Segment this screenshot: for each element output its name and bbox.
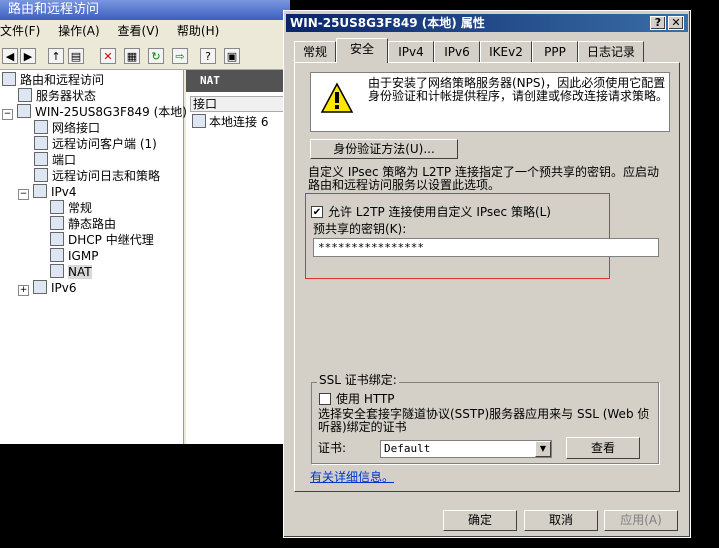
tab-ipv6[interactable]: IPv6	[434, 41, 480, 62]
tab-logging[interactable]: 日志记录	[578, 41, 644, 62]
node-icon	[50, 248, 64, 262]
details-pane-header: NAT	[186, 70, 290, 92]
sstp-description: 选择安全套接字隧道协议(SSTP)服务器应用来与 SSL (Web 侦听器)绑定…	[318, 407, 650, 434]
menu-bar: 文件(F) 操作(A) 查看(V) 帮助(H)	[0, 20, 290, 42]
tree-item-label: NAT	[68, 265, 92, 279]
list-item[interactable]: 本地连接 6	[192, 114, 288, 130]
tree-item[interactable]: 服务器状态	[0, 88, 183, 104]
tree-item[interactable]: 常规	[0, 200, 183, 216]
cancel-button[interactable]: 取消	[524, 510, 598, 531]
up-folder-icon[interactable]: ↑	[48, 48, 64, 64]
allow-l2tp-checkbox[interactable]: ✔	[311, 206, 323, 218]
help-button[interactable]: ?	[650, 16, 666, 30]
tree-item[interactable]: 端口	[0, 152, 183, 168]
menu-help[interactable]: 帮助(H)	[177, 24, 219, 38]
node-icon	[50, 216, 64, 230]
tree-item[interactable]: + IPv6	[0, 280, 183, 296]
view-cert-button[interactable]: 查看	[566, 437, 640, 459]
export-icon[interactable]: ⇨	[172, 48, 188, 64]
tree-item-label: 常规	[68, 201, 93, 215]
menu-action[interactable]: 操作(A)	[58, 24, 100, 38]
node-icon	[50, 232, 64, 246]
tree-item[interactable]: − WIN-25US8G3F849 (本地)	[0, 104, 187, 120]
tree-item-label: IPv6	[51, 281, 77, 295]
collapse-icon[interactable]: −	[2, 109, 13, 120]
tree-item-label: 网络接口	[52, 121, 101, 135]
forward-icon[interactable]: ▶	[20, 48, 36, 64]
more-info-link[interactable]: 有关详细信息。	[310, 468, 394, 485]
console-tree: 路由和远程访问服务器状态 − WIN-25US8G3F849 (本地) 网络接口远程访…	[0, 70, 187, 444]
node-icon	[33, 184, 47, 198]
tree-item-label: WIN-25US8G3F849 (本地)	[35, 105, 187, 119]
ipsec-description: 自定义 IPsec 策略为 L2TP 连接指定了一个预共享的密钥。应启动路由和远…	[308, 165, 659, 192]
tree-item-label: 远程访问客户端 (1)	[52, 137, 157, 151]
tree-item-label: 端口	[52, 153, 77, 167]
psk-input[interactable]: ****************	[313, 238, 659, 257]
tree-item-label: 服务器状态	[36, 89, 97, 103]
tab-security[interactable]: 安全	[336, 38, 388, 63]
show-tree-icon[interactable]: ▤	[68, 48, 84, 64]
tab-ipv4[interactable]: IPv4	[388, 41, 434, 62]
back-icon[interactable]: ◀	[2, 48, 18, 64]
allow-l2tp-label[interactable]: 允许 L2TP 连接使用自定义 IPsec 策略(L)	[328, 205, 551, 219]
node-icon	[34, 152, 48, 166]
expand-icon[interactable]: +	[18, 285, 29, 296]
tab-general[interactable]: 常规	[294, 41, 336, 62]
node-icon	[34, 168, 48, 182]
node-icon	[33, 280, 47, 294]
tab-ikev2[interactable]: IKEv2	[480, 41, 532, 62]
node-icon	[18, 88, 32, 102]
column-header-interface[interactable]: 接口	[190, 96, 290, 112]
node-icon	[50, 264, 64, 278]
cert-select[interactable]: Default	[380, 440, 552, 458]
collapse-icon[interactable]: −	[18, 189, 29, 200]
tab-ppp[interactable]: PPP	[532, 41, 578, 62]
tree-item-label: DHCP 中继代理	[68, 233, 154, 247]
tree-item-label: 路由和远程访问	[20, 73, 105, 87]
nps-info-text: 由于安装了网络策略服务器(NPS)，因此必须使用它配置身份验证和计帐提供程序，请…	[368, 76, 669, 103]
node-icon	[17, 104, 31, 118]
ok-button[interactable]: 确定	[443, 510, 517, 531]
node-icon	[34, 120, 48, 134]
delete-icon[interactable]: ✕	[100, 48, 116, 64]
tree-item[interactable]: 网络接口	[0, 120, 183, 136]
refresh-icon[interactable]: ↻	[148, 48, 164, 64]
tree-item[interactable]: 远程访问日志和策略	[0, 168, 183, 184]
network-connection-icon	[192, 114, 206, 128]
node-icon	[50, 200, 64, 214]
tree-item[interactable]: IGMP	[0, 248, 183, 264]
tree-item[interactable]: DHCP 中继代理	[0, 232, 183, 248]
node-icon	[2, 72, 16, 86]
toolbar: ◀ ▶ ↑ ▤ ✕ ▦ ↻ ⇨ ? ▣	[0, 42, 290, 70]
node-icon	[34, 136, 48, 150]
use-http-label[interactable]: 使用 HTTP	[336, 392, 395, 406]
apply-button[interactable]: 应用(A)	[604, 510, 678, 531]
dialog-title: WIN-25US8G3F849 (本地) 属性	[286, 14, 688, 32]
menu-view[interactable]: 查看(V)	[118, 24, 160, 38]
auth-methods-button[interactable]: 身份验证方法(U)...	[310, 139, 458, 159]
psk-label: 预共享的密钥(K):	[313, 222, 407, 236]
background-window-title: 路由和远程访问	[0, 0, 290, 20]
tree-item[interactable]: NAT	[0, 264, 183, 280]
menu-file[interactable]: 文件(F)	[0, 24, 40, 38]
tree-item[interactable]: − IPv4	[0, 184, 183, 200]
close-icon[interactable]: ✕	[668, 16, 684, 30]
chevron-down-icon[interactable]: ▼	[535, 441, 551, 457]
tree-item-label: 远程访问日志和策略	[52, 169, 161, 183]
cert-label: 证书:	[318, 441, 347, 455]
help-icon[interactable]: ?	[200, 48, 216, 64]
list-item-label: 本地连接 6	[209, 115, 269, 129]
ssl-group-label: SSL 证书绑定:	[317, 373, 399, 387]
warning-icon	[320, 82, 354, 113]
tree-item[interactable]: 静态路由	[0, 216, 183, 232]
use-http-checkbox[interactable]	[319, 393, 331, 405]
tree-item[interactable]: 远程访问客户端 (1)	[0, 136, 183, 152]
properties-icon[interactable]: ▦	[124, 48, 140, 64]
tree-item-label: IGMP	[68, 249, 99, 263]
tree-item-label: 静态路由	[68, 217, 117, 231]
tree-item-label: IPv4	[51, 185, 77, 199]
tree-item[interactable]: 路由和远程访问	[0, 72, 183, 88]
view-icon[interactable]: ▣	[224, 48, 240, 64]
